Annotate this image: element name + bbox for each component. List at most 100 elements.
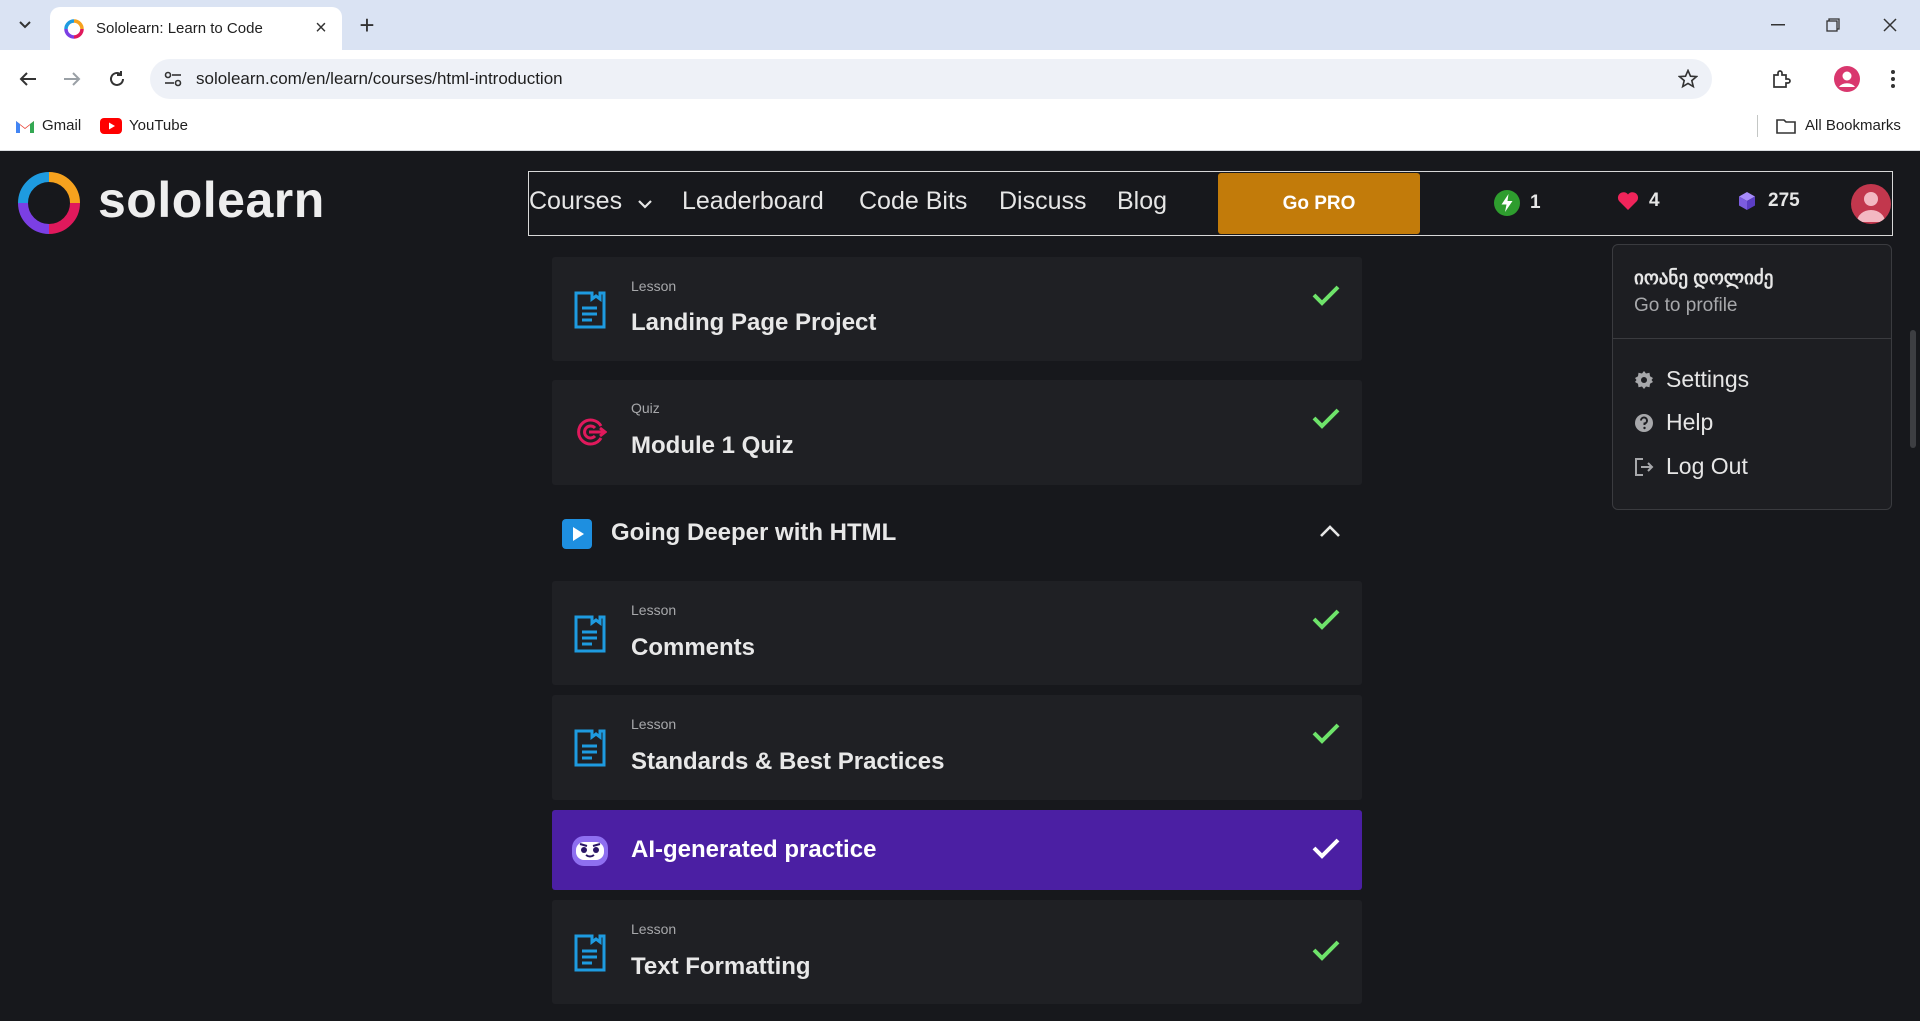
logo-text[interactable]: sololearn: [98, 171, 325, 229]
item-kind: Quiz: [631, 400, 660, 416]
checkmark-icon: [1312, 609, 1340, 630]
menu-item-label: Help: [1666, 409, 1714, 435]
bookmark-label: Gmail: [42, 117, 82, 134]
restore-button[interactable]: [1811, 8, 1855, 42]
address-bar[interactable]: sololearn.com/en/learn/courses/html-intr…: [150, 59, 1712, 99]
bits-cube-icon: [1739, 192, 1755, 210]
heart-icon: [1617, 192, 1639, 210]
lesson-card-comments[interactable]: Lesson Comments: [552, 581, 1362, 685]
back-button[interactable]: [11, 62, 45, 96]
page-scrollbar-thumb[interactable]: [1910, 330, 1916, 448]
youtube-icon: [100, 117, 122, 134]
profile-avatar-icon: [1834, 66, 1860, 92]
ai-practice-card[interactable]: AI-generated practice: [552, 810, 1362, 890]
nav-leaderboard[interactable]: Leaderboard: [682, 187, 824, 216]
nav-code-bits[interactable]: Code Bits: [859, 187, 967, 216]
ai-robot-icon: [572, 836, 608, 866]
tab-title: Sololearn: Learn to Code: [96, 20, 263, 37]
checkmark-icon: [1312, 838, 1340, 859]
browser-tab-bar: Sololearn: Learn to Code × +: [0, 0, 1920, 50]
chevron-down-icon: [19, 21, 31, 29]
bookmark-label: YouTube: [129, 117, 188, 134]
lesson-icon: [574, 291, 606, 329]
bits-count: 275: [1768, 190, 1800, 211]
gear-icon: [1635, 370, 1653, 389]
nav-blog[interactable]: Blog: [1117, 187, 1167, 216]
bookmark-gmail[interactable]: Gmail: [15, 117, 81, 134]
tab-search-button[interactable]: [8, 11, 42, 39]
chevron-up-icon[interactable]: [1319, 524, 1341, 538]
bookmark-youtube[interactable]: YouTube: [100, 117, 188, 134]
nav-discuss[interactable]: Discuss: [999, 187, 1087, 216]
item-kind: Lesson: [631, 602, 677, 618]
minimize-icon: [1771, 24, 1785, 26]
nav-courses-label: Courses: [529, 187, 623, 215]
profile-dropdown: იოანე დოლიძე Go to profile Settings Help…: [1612, 244, 1892, 510]
browser-tab[interactable]: Sololearn: Learn to Code ×: [50, 7, 342, 50]
lesson-card-landing-page-project[interactable]: Lesson Landing Page Project: [552, 257, 1362, 361]
puzzle-icon: [1773, 70, 1791, 88]
dropdown-divider: [1613, 338, 1891, 339]
help-icon: [1635, 413, 1653, 432]
item-title: Module 1 Quiz: [631, 432, 794, 459]
menu-item-label: Log Out: [1666, 453, 1748, 479]
new-tab-button[interactable]: +: [352, 10, 382, 40]
ai-practice-title: AI-generated practice: [631, 836, 877, 863]
checkmark-icon: [1312, 723, 1340, 744]
checkmark-icon: [1312, 408, 1340, 429]
user-avatar-icon: [1857, 192, 1885, 222]
folder-icon: [1776, 118, 1796, 134]
menu-item-settings[interactable]: Settings: [1634, 366, 1749, 393]
item-kind: Lesson: [631, 716, 677, 732]
restore-icon: [1826, 18, 1840, 32]
chrome-menu-button[interactable]: [1876, 62, 1910, 96]
minimize-button[interactable]: [1756, 8, 1800, 42]
logout-icon: [1635, 457, 1654, 476]
user-avatar-button[interactable]: [1851, 184, 1891, 224]
arrow-left-icon: [19, 72, 36, 86]
gmail-icon: [16, 120, 34, 133]
checkmark-icon: [1312, 940, 1340, 961]
go-pro-button[interactable]: Go PRO: [1218, 173, 1420, 234]
chrome-profile-button[interactable]: [1830, 62, 1864, 96]
menu-item-help[interactable]: Help: [1634, 409, 1713, 436]
bookmark-star-icon[interactable]: [1678, 69, 1698, 89]
item-title: Text Formatting: [631, 953, 811, 980]
module-section-header[interactable]: Going Deeper with HTML: [552, 506, 1362, 558]
go-to-profile-link[interactable]: Go to profile: [1634, 295, 1738, 317]
close-window-button[interactable]: [1868, 8, 1912, 42]
menu-item-label: Settings: [1666, 366, 1750, 392]
lesson-icon: [574, 615, 606, 653]
tab-close-icon[interactable]: ×: [306, 14, 336, 44]
url-text: sololearn.com/en/learn/courses/html-intr…: [196, 69, 563, 88]
item-kind: Lesson: [631, 278, 677, 294]
bits-stat[interactable]: 275: [1736, 190, 1800, 212]
bookmarks-divider: [1757, 115, 1758, 137]
hearts-stat[interactable]: 4: [1617, 190, 1660, 212]
bookmarks-bar: [0, 107, 1920, 151]
profile-name[interactable]: იოანე დოლიძე: [1634, 267, 1773, 290]
lesson-card-standards-best-practices[interactable]: Lesson Standards & Best Practices: [552, 695, 1362, 800]
close-icon: [1883, 18, 1897, 32]
sololearn-logo-icon[interactable]: [18, 172, 80, 234]
sololearn-favicon-icon: [64, 18, 84, 39]
quiz-card-module-1-quiz[interactable]: Quiz Module 1 Quiz: [552, 380, 1362, 485]
streak-count: 1: [1530, 192, 1541, 213]
play-module-icon: [562, 519, 592, 549]
forward-button[interactable]: [55, 62, 89, 96]
reload-button[interactable]: [100, 62, 134, 96]
quiz-target-icon: [577, 418, 607, 446]
extensions-button[interactable]: [1764, 62, 1798, 96]
item-kind: Lesson: [631, 921, 677, 937]
nav-courses[interactable]: Courses: [529, 187, 653, 216]
lesson-card-text-formatting[interactable]: Lesson Text Formatting: [552, 900, 1362, 1004]
streak-stat[interactable]: 1: [1494, 190, 1541, 216]
kebab-menu-icon: [1891, 70, 1895, 88]
all-bookmarks-label: All Bookmarks: [1805, 117, 1901, 134]
menu-item-log-out[interactable]: Log Out: [1634, 453, 1748, 480]
chevron-down-icon: [638, 200, 652, 209]
item-title: Landing Page Project: [631, 309, 877, 336]
item-title: Comments: [631, 634, 756, 661]
checkmark-icon: [1312, 285, 1340, 306]
all-bookmarks-button[interactable]: All Bookmarks: [1776, 117, 1901, 134]
